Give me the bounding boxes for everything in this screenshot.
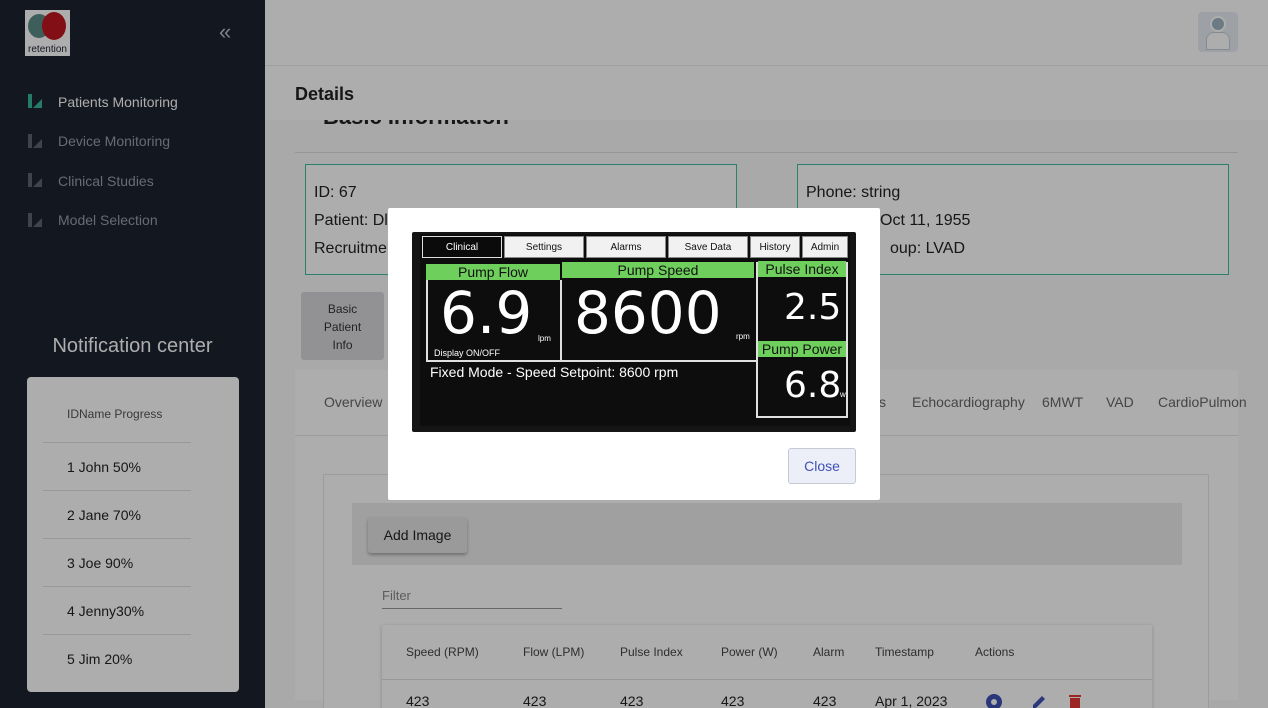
display-toggle-text: Display ON/OFF <box>434 348 501 358</box>
pump-power-label: Pump Power <box>758 341 846 357</box>
screen-tab-history: History <box>750 236 800 258</box>
image-preview-dialog: Clinical Settings Alarms Save Data Histo… <box>388 208 880 500</box>
fixed-mode-text: Fixed Mode - Speed Setpoint: 8600 rpm <box>430 364 679 380</box>
screen-tab-save-data: Save Data <box>668 236 748 258</box>
pump-power-unit: w <box>840 390 846 399</box>
pump-screen: Clinical Settings Alarms Save Data Histo… <box>420 234 850 426</box>
screen-tab-settings: Settings <box>504 236 584 258</box>
screen-divider <box>426 360 756 362</box>
pump-speed-unit: rpm <box>736 332 750 341</box>
screen-divider <box>846 262 848 418</box>
screen-divider <box>756 416 846 418</box>
close-button[interactable]: Close <box>788 448 856 484</box>
pump-flow-value: 6.9 <box>440 279 533 347</box>
pump-power-value: 6.8 <box>784 365 842 406</box>
pump-flow-label: Pump Flow <box>426 264 560 280</box>
screen-divider <box>756 262 758 416</box>
screen-tab-admin: Admin <box>802 236 848 258</box>
screen-divider <box>560 280 562 360</box>
screen-divider <box>426 280 428 360</box>
screen-tab-alarms: Alarms <box>586 236 666 258</box>
pulse-index-label: Pulse Index <box>758 261 846 277</box>
pulse-index-value: 2.5 <box>784 287 842 328</box>
pump-flow-unit: lpm <box>538 334 551 343</box>
pump-speed-label: Pump Speed <box>562 262 754 278</box>
pump-display-photo: Clinical Settings Alarms Save Data Histo… <box>412 232 856 432</box>
screen-tab-clinical: Clinical <box>422 236 502 258</box>
pump-speed-value: 8600 <box>574 279 722 347</box>
